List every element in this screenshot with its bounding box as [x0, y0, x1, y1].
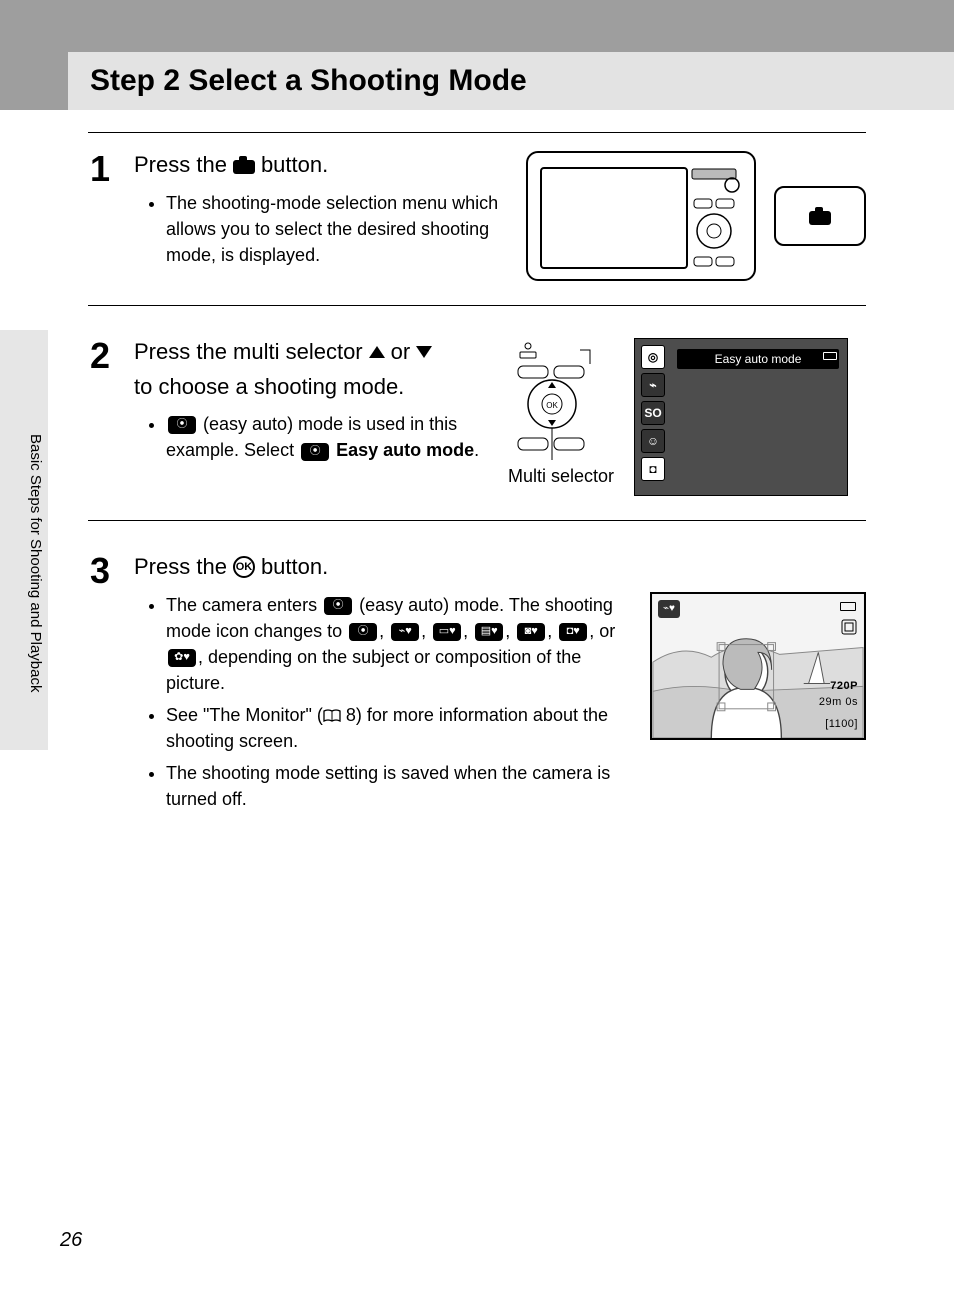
step-2: 2 Press the multi selector or to choose …	[88, 338, 866, 496]
mode-icon-scene: ⌁	[641, 373, 665, 397]
sep: ,	[505, 621, 515, 641]
step-2-head-a: Press the multi selector	[134, 338, 363, 367]
mode-menu-sidebar: ◎ ⌁ SO ☺ ◘	[641, 345, 665, 481]
step-2-body: Press the multi selector or to choose a …	[134, 338, 486, 469]
camera-controls-diagram	[688, 163, 744, 273]
multi-selector-diagram: OK Multi selector	[508, 338, 614, 487]
battery-icon	[840, 602, 856, 611]
step-1: 1 Press the button. The shooting-mode se…	[88, 151, 866, 281]
scene-icon-6: ◘♥	[559, 623, 587, 641]
shooting-screen-illustration: ⌁♥ 720P 29m 0s [1100]	[650, 592, 866, 740]
ok-button-icon: OK	[233, 556, 255, 578]
sep: ,	[547, 621, 557, 641]
title-bar: Step 2 Select a Shooting Mode	[68, 52, 954, 110]
step-2-bullet-1b: Easy auto mode	[336, 440, 474, 460]
s3b2a: See "The Monitor" (	[166, 705, 323, 725]
sep: ,	[421, 621, 431, 641]
scene-icon-3: ▭♥	[433, 623, 461, 641]
shots-remaining: [1100]	[825, 718, 858, 730]
camera-lcd	[540, 167, 688, 269]
step-1-bullet-1: The shooting-mode selection menu which a…	[166, 190, 504, 268]
step-1-head-a: Press the	[134, 151, 227, 180]
s3b1a: The camera enters	[166, 595, 317, 615]
easy-auto-icon: ⦿	[301, 443, 329, 461]
step-3-heading: Press the OK button.	[134, 553, 866, 582]
step-2-bullet-1c: .	[474, 440, 479, 460]
step-1-bullets: The shooting-mode selection menu which a…	[134, 190, 504, 268]
step-2-head-c: to choose a shooting mode.	[134, 373, 404, 402]
step-1-heading: Press the button.	[134, 151, 504, 180]
step-3-bullets: The camera enters ⦿ (easy auto) mode. Th…	[134, 592, 628, 819]
s3b1c: , depending on the subject or compositio…	[166, 647, 581, 693]
mode-menu-selected: Easy auto mode	[677, 349, 839, 369]
multi-selector-label: Multi selector	[508, 466, 614, 487]
manual-ref-icon	[323, 709, 341, 723]
side-section-label: Basic Steps for Shooting and Playback	[27, 434, 44, 693]
down-arrow-icon	[416, 346, 432, 358]
scene-icon-1: ⦿	[349, 623, 377, 641]
sep-or: , or	[589, 621, 615, 641]
battery-icon	[823, 352, 837, 360]
step-2-bullets: ⦿ (easy auto) mode is used in this examp…	[134, 411, 486, 463]
step-3-bullet-1: The camera enters ⦿ (easy auto) mode. Th…	[166, 592, 628, 696]
page-title: Step 2 Select a Shooting Mode	[90, 64, 527, 98]
camera-back-diagram	[526, 151, 756, 281]
current-mode-icon: ⌁♥	[658, 600, 680, 618]
scene-icon-5: ◙♥	[517, 623, 545, 641]
step-3-head-b: button.	[261, 553, 328, 582]
step-3-bullet-2: See "The Monitor" ( 8) for more informat…	[166, 702, 628, 754]
mode-icon-so: SO	[641, 401, 665, 425]
camera-mode-icon	[233, 156, 255, 174]
scene-icon-2: ⌁♥	[391, 623, 419, 641]
camera-mode-icon	[809, 207, 831, 225]
step-2-illustration: OK Multi selector ◎ ⌁	[508, 338, 848, 496]
up-arrow-icon	[369, 346, 385, 358]
step-3-body: Press the OK button. The camera enters ⦿…	[134, 553, 866, 818]
page-number: 26	[60, 1229, 82, 1252]
step-2-head-b: or	[391, 338, 411, 367]
easy-auto-icon: ⦿	[324, 597, 352, 615]
step-2-number: 2	[88, 338, 112, 374]
mode-button-callout	[774, 186, 866, 246]
sep: ,	[463, 621, 473, 641]
mode-menu-selected-label: Easy auto mode	[715, 352, 802, 366]
step-1-number: 1	[88, 151, 112, 187]
step-3: 3 Press the OK button. The camera enters…	[88, 553, 866, 818]
step-2-bullet-1: ⦿ (easy auto) mode is used in this examp…	[166, 411, 486, 463]
step-3-head-a: Press the	[134, 553, 227, 582]
rule-top	[88, 132, 866, 133]
step-3-bullet-3: The shooting mode setting is saved when …	[166, 760, 628, 812]
mode-icon-easy-auto: ◎	[641, 345, 665, 369]
easy-auto-icon: ⦿	[168, 416, 196, 434]
recording-time: 29m 0s	[819, 696, 858, 708]
step-3-section: 3 Press the OK button. The camera enters…	[88, 520, 866, 818]
scene-icon-7: ✿♥	[168, 649, 196, 667]
step-1-body: Press the button. The shooting-mode sele…	[134, 151, 504, 274]
mode-menu-screen: ◎ ⌁ SO ☺ ◘ Easy auto mode	[634, 338, 848, 496]
memory-icon	[840, 618, 858, 636]
mode-icon-smart-portrait: ☺	[641, 429, 665, 453]
step-2-section: 2 Press the multi selector or to choose …	[88, 305, 866, 496]
step-3-number: 3	[88, 553, 112, 589]
step-1-illustration	[526, 151, 866, 281]
sep: ,	[379, 621, 389, 641]
step-1-bullet-1-text: The shooting-mode selection menu which a…	[166, 193, 498, 265]
video-resolution: 720P	[830, 680, 858, 692]
step-1-head-b: button.	[261, 151, 328, 180]
svg-text:OK: OK	[546, 401, 558, 410]
step-2-heading: Press the multi selector or to choose a …	[134, 338, 486, 401]
mode-icon-auto: ◘	[641, 457, 665, 481]
scene-icon-4: ▤♥	[475, 623, 503, 641]
content-area: 1 Press the button. The shooting-mode se…	[88, 120, 866, 818]
